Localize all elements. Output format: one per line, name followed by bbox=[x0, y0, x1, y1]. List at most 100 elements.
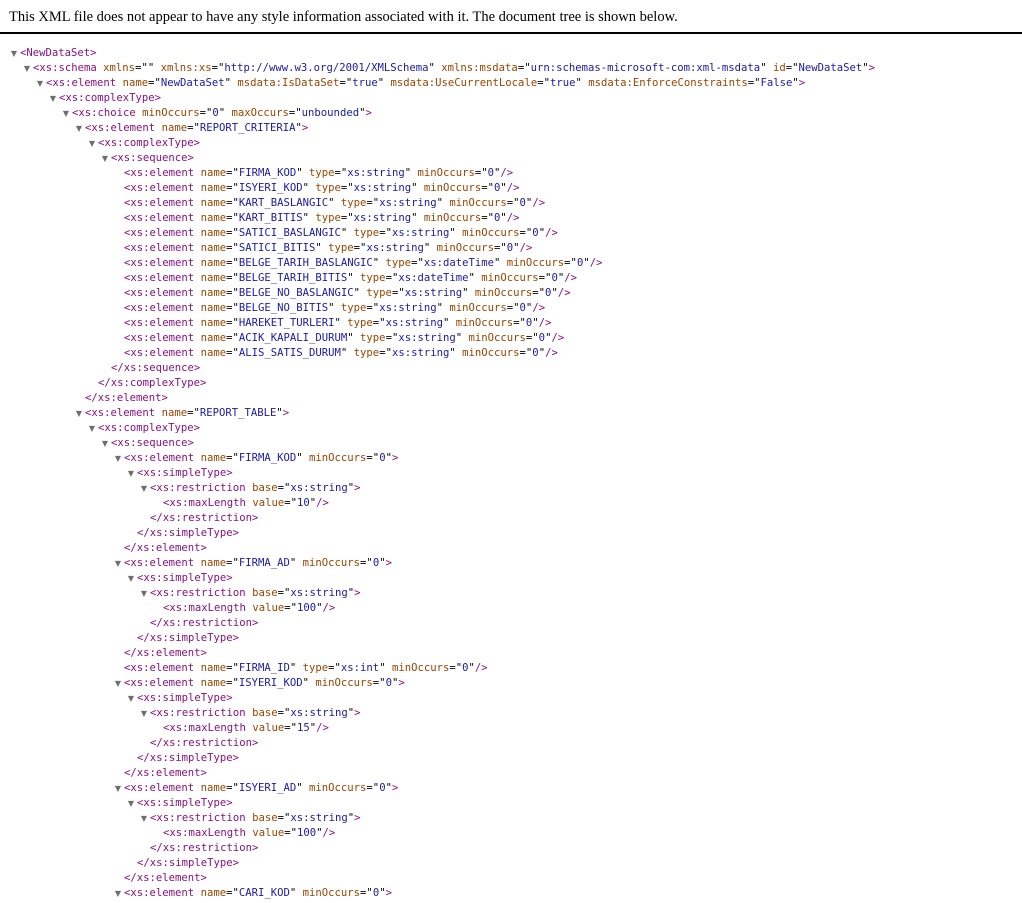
xml-attribute-name: minOccurs bbox=[309, 452, 367, 464]
xml-punctuation: " bbox=[455, 332, 469, 344]
collapse-toggle-icon[interactable]: ▼ bbox=[114, 886, 122, 901]
xml-tag: <xs:element bbox=[124, 332, 195, 344]
xml-line: ▼ <xs:element name="REPORT_CRITERIA"> bbox=[0, 121, 1022, 136]
xml-attribute-name: value bbox=[252, 497, 285, 509]
xml-tag: /> bbox=[589, 257, 603, 269]
collapse-toggle-icon[interactable]: ▼ bbox=[140, 586, 148, 601]
xml-attribute-name: name bbox=[200, 302, 227, 314]
collapse-toggle-icon[interactable]: ▼ bbox=[127, 796, 135, 811]
xml-attribute-value: FIRMA_KOD bbox=[238, 167, 297, 179]
xml-tag: <xs:element bbox=[124, 557, 195, 569]
xml-punctuation: " bbox=[224, 77, 238, 89]
xml-punctuation: =" bbox=[339, 77, 353, 89]
xml-attribute-value: xs:string bbox=[379, 197, 437, 209]
collapse-toggle-icon[interactable]: ▼ bbox=[114, 676, 122, 691]
xml-punctuation: =" bbox=[340, 182, 354, 194]
xml-punctuation: =" bbox=[379, 347, 392, 359]
xml-line: ▼ <xs:simpleType> bbox=[0, 571, 1022, 586]
xml-line: ▼ <xs:sequence> bbox=[0, 151, 1022, 166]
xml-punctuation: =" bbox=[481, 182, 495, 194]
xml-tag: </xs:element> bbox=[124, 872, 207, 884]
xml-punctuation: " bbox=[760, 62, 773, 74]
xml-attribute-name: type bbox=[328, 242, 354, 254]
xml-attribute-name: name bbox=[200, 257, 227, 269]
collapse-toggle-icon[interactable]: ▼ bbox=[88, 136, 96, 151]
xml-punctuation: =" bbox=[519, 227, 533, 239]
xml-tag: </xs:restriction> bbox=[150, 842, 259, 854]
xml-punctuation: =" bbox=[277, 587, 291, 599]
xml-line: </xs:element> bbox=[0, 871, 1022, 886]
collapse-toggle-icon[interactable]: ▼ bbox=[114, 451, 122, 466]
xml-attribute-name: name bbox=[161, 122, 188, 134]
collapse-toggle-icon[interactable]: ▼ bbox=[127, 466, 135, 481]
xml-punctuation: " bbox=[462, 287, 475, 299]
xml-punctuation: =" bbox=[513, 317, 526, 329]
xml-attribute-name: minOccurs bbox=[302, 887, 361, 899]
collapse-toggle-icon[interactable]: ▼ bbox=[127, 571, 135, 586]
xml-tag: <xs:element bbox=[124, 227, 195, 239]
xml-punctuation: " bbox=[289, 887, 303, 899]
xml-attribute-value: unbounded bbox=[301, 107, 360, 119]
xml-attribute-value: SATICI_BITIS bbox=[238, 242, 316, 254]
xml-punctuation: =" bbox=[284, 497, 297, 509]
xml-punctuation: =" bbox=[506, 197, 520, 209]
xml-tag: <xs:element bbox=[124, 242, 195, 254]
collapse-toggle-icon[interactable]: ▼ bbox=[23, 61, 31, 76]
xml-punctuation: =" bbox=[226, 347, 239, 359]
xml-attribute-value: true bbox=[549, 77, 576, 89]
xml-line: ▼ <xs:schema xmlns="" xmlns:xs="http://ww… bbox=[0, 61, 1022, 76]
collapse-toggle-icon[interactable]: ▼ bbox=[140, 706, 148, 721]
xml-punctuation: =" bbox=[328, 662, 341, 674]
xml-punctuation: " bbox=[404, 167, 418, 179]
xml-line: ▼ <xs:complexType> bbox=[0, 421, 1022, 436]
collapse-toggle-icon[interactable]: ▼ bbox=[49, 91, 57, 106]
collapse-toggle-icon[interactable]: ▼ bbox=[140, 811, 148, 826]
xml-attribute-value: xs:string bbox=[379, 302, 437, 314]
collapse-toggle-icon[interactable]: ▼ bbox=[62, 106, 70, 121]
xml-punctuation: " bbox=[449, 347, 463, 359]
collapse-toggle-icon[interactable]: ▼ bbox=[101, 151, 109, 166]
xml-tag: /> bbox=[545, 347, 558, 359]
xml-attribute-name: type bbox=[366, 287, 392, 299]
xml-tag: <xs:sequence> bbox=[111, 437, 194, 449]
xml-attribute-name: minOccurs bbox=[468, 332, 526, 344]
collapse-toggle-icon[interactable]: ▼ bbox=[127, 691, 135, 706]
xml-attribute-name: xmlns bbox=[103, 62, 136, 74]
xml-tag: </xs:simpleType> bbox=[137, 857, 240, 869]
collapse-toggle-icon[interactable]: ▼ bbox=[114, 781, 122, 796]
xml-tag: <xs:maxLength bbox=[163, 722, 246, 734]
collapse-toggle-icon[interactable]: ▼ bbox=[36, 76, 44, 91]
xml-punctuation: =" bbox=[226, 242, 239, 254]
xml-punctuation: " bbox=[377, 77, 391, 89]
collapse-toggle-icon[interactable]: ▼ bbox=[75, 121, 83, 136]
xml-tag: <xs:sequence> bbox=[111, 152, 194, 164]
xml-tag: <xs:simpleType> bbox=[137, 797, 233, 809]
xml-attribute-name: type bbox=[309, 167, 335, 179]
xml-tag: <xs:element bbox=[46, 77, 117, 89]
xml-tag: > bbox=[868, 62, 876, 74]
xml-tag: /> bbox=[316, 497, 329, 509]
collapse-toggle-icon[interactable]: ▼ bbox=[75, 406, 83, 421]
xml-attribute-value: xs:dateTime bbox=[423, 257, 494, 269]
xml-tag: <xs:maxLength bbox=[163, 497, 246, 509]
xml-line: </xs:simpleType> bbox=[0, 526, 1022, 541]
xml-attribute-name: minOccurs bbox=[391, 662, 450, 674]
xml-attribute-name: name bbox=[200, 167, 227, 179]
xml-tag: </xs:sequence> bbox=[111, 362, 201, 374]
xml-punctuation: =" bbox=[226, 287, 239, 299]
xml-tag: <xs:maxLength bbox=[163, 602, 246, 614]
xml-punctuation: =" bbox=[284, 827, 297, 839]
xml-tag: > bbox=[385, 887, 392, 899]
collapse-toggle-icon[interactable]: ▼ bbox=[10, 46, 18, 61]
collapse-toggle-icon[interactable]: ▼ bbox=[140, 481, 148, 496]
xml-line: ▼ <xs:element name="FIRMA_KOD" minOccurs=… bbox=[0, 451, 1022, 466]
xml-punctuation: " bbox=[372, 257, 386, 269]
collapse-toggle-icon[interactable]: ▼ bbox=[88, 421, 96, 436]
xml-attribute-name: type bbox=[315, 182, 341, 194]
xml-attribute-name: name bbox=[200, 887, 227, 899]
xml-line: <xs:element name="ISYERI_KOD" type="xs:s… bbox=[0, 181, 1022, 196]
collapse-toggle-icon[interactable]: ▼ bbox=[114, 556, 122, 571]
xml-attribute-name: minOccurs bbox=[417, 167, 475, 179]
xml-tag: > bbox=[354, 812, 361, 824]
collapse-toggle-icon[interactable]: ▼ bbox=[101, 436, 109, 451]
